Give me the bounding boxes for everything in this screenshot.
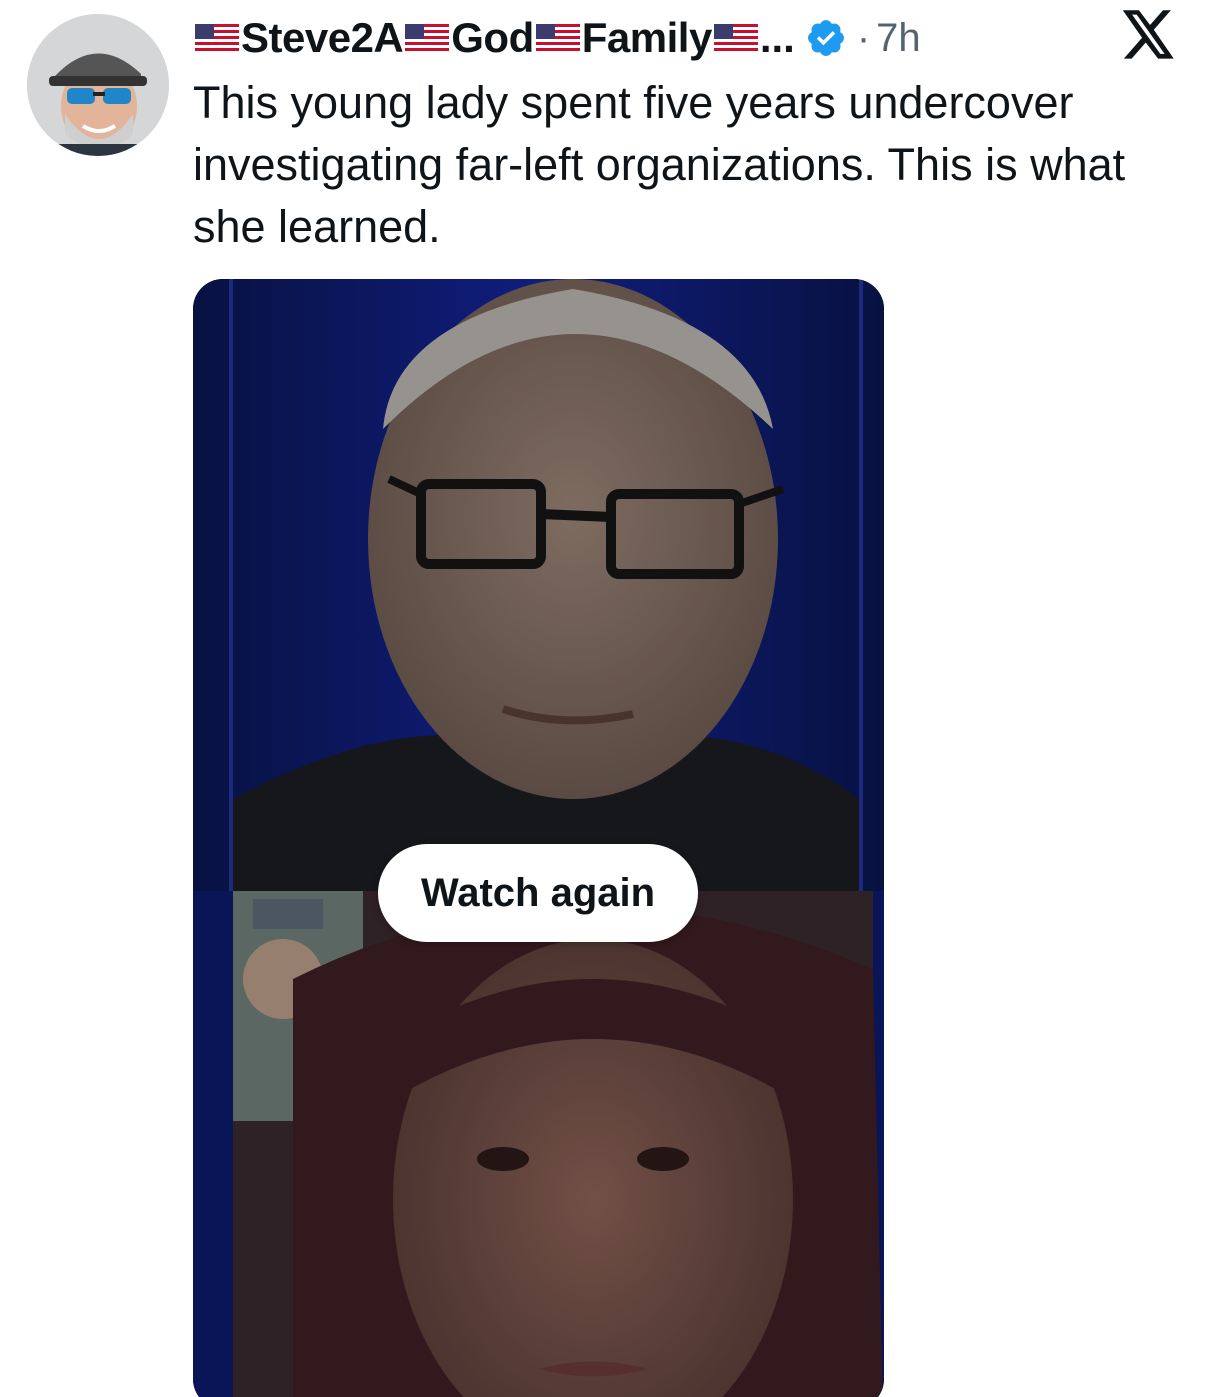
avatar[interactable] <box>27 14 169 156</box>
us-flag-icon <box>535 24 580 52</box>
author-name-part-2[interactable]: God <box>451 14 534 62</box>
us-flag-icon <box>195 24 239 52</box>
us-flag-icon <box>713 24 758 52</box>
x-logo-icon[interactable] <box>1122 10 1176 60</box>
tweet-text: This young lady spent five years underco… <box>193 77 1126 252</box>
video-player[interactable]: Watch again <box>193 279 884 1397</box>
avatar-image <box>27 14 169 156</box>
watch-again-button[interactable]: Watch again <box>378 844 698 942</box>
author-name-part-1[interactable]: Steve2A <box>241 14 404 62</box>
video-frame <box>193 279 884 1397</box>
tweet-header: Steve2A God Family ... · 7h <box>193 10 921 66</box>
us-flag-icon <box>405 24 450 52</box>
tweet[interactable]: Steve2A God Family ... · 7h This young l… <box>0 0 1206 1397</box>
separator-dot: · <box>856 15 871 60</box>
author-name-ellipsis: ... <box>759 14 795 61</box>
author-name-part-3[interactable]: Family <box>582 14 713 62</box>
tweet-timestamp[interactable]: 7h <box>876 16 921 61</box>
verified-badge-icon[interactable] <box>805 17 847 59</box>
